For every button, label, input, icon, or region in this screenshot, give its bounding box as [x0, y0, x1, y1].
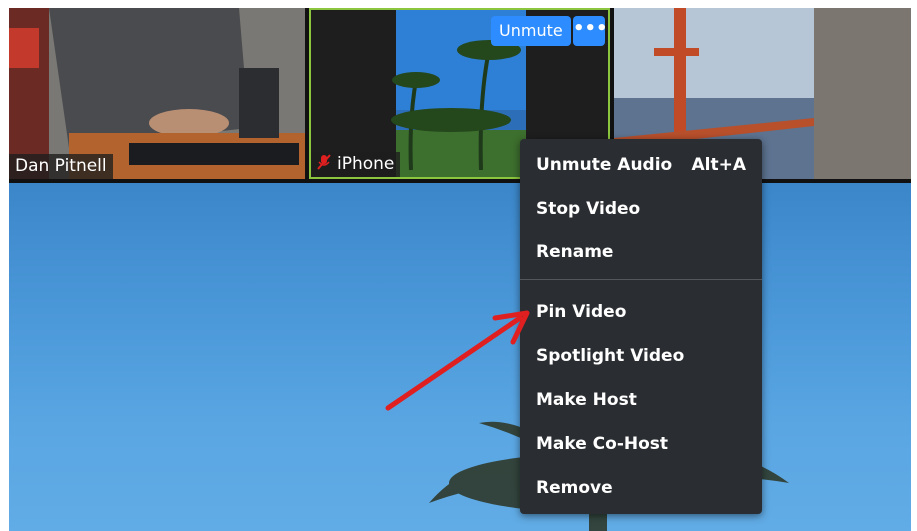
menu-item-label: Pin Video: [536, 302, 627, 322]
participant-tile-1[interactable]: Dan Pitnell: [9, 8, 305, 179]
menu-item-stop-video[interactable]: Stop Video: [536, 195, 746, 223]
participant-name: Dan Pitnell: [15, 156, 107, 176]
mic-muted-icon: [317, 152, 331, 177]
menu-divider: [520, 279, 762, 280]
participant-name-label: Dan Pitnell: [9, 154, 113, 179]
menu-item-make-host[interactable]: Make Host: [536, 386, 746, 414]
participant-context-menu: Unmute Audio Alt+A Stop Video Rename Pin…: [520, 139, 762, 514]
thumbnail-strip: Dan Pitnell iPhone Unmute •••: [9, 8, 911, 183]
menu-item-label: Stop Video: [536, 199, 641, 219]
more-options-icon[interactable]: •••: [573, 16, 608, 46]
menu-item-shortcut: Alt+A: [691, 155, 746, 175]
menu-item-unmute-audio[interactable]: Unmute Audio Alt+A: [536, 151, 746, 179]
main-video[interactable]: [9, 183, 911, 531]
menu-item-pin-video[interactable]: Pin Video: [536, 298, 746, 326]
menu-item-remove[interactable]: Remove: [536, 474, 746, 502]
meeting-window: Dan Pitnell iPhone Unmute ••• Unmute Aud…: [9, 8, 911, 531]
menu-item-rename[interactable]: Rename: [536, 238, 746, 266]
palm-tree-silhouette: [429, 383, 789, 531]
menu-item-label: Unmute Audio: [536, 155, 673, 175]
menu-item-label: Rename: [536, 242, 614, 262]
menu-item-label: Remove: [536, 478, 613, 498]
participant-name: iPhone: [337, 154, 395, 174]
menu-item-label: Make Host: [536, 390, 637, 410]
menu-item-make-co-host[interactable]: Make Co-Host: [536, 430, 746, 458]
menu-item-label: Spotlight Video: [536, 346, 685, 366]
menu-item-spotlight-video[interactable]: Spotlight Video: [536, 342, 746, 370]
unmute-button[interactable]: Unmute: [491, 16, 571, 46]
participant-name-label: iPhone: [311, 152, 401, 177]
menu-item-label: Make Co-Host: [536, 434, 669, 454]
